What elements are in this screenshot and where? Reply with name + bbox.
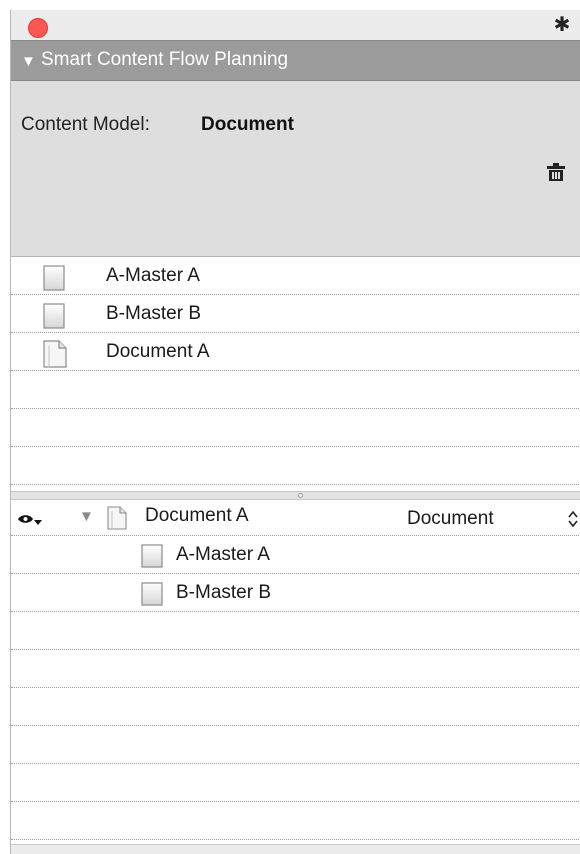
tree-disclosure-icon[interactable]: ▼	[79, 508, 94, 525]
empty-row	[11, 726, 580, 764]
document-icon	[43, 340, 67, 368]
section-title: Smart Content Flow Planning	[41, 49, 289, 70]
stepper-arrows-icon[interactable]	[567, 509, 579, 529]
tree-child-row[interactable]: B-Master B	[11, 574, 580, 612]
page-icon	[141, 582, 163, 606]
content-model-value: Document	[201, 114, 294, 135]
gear-icon[interactable]: ✱	[551, 14, 573, 36]
disclosure-triangle-icon[interactable]: ▼	[21, 53, 36, 70]
content-flow-panel: ✱ ▼ Smart Content Flow Planning Content …	[10, 10, 580, 854]
list-item[interactable]: B-Master B	[11, 295, 580, 333]
content-model-label: Content Model:	[21, 114, 150, 135]
trash-icon[interactable]	[545, 161, 567, 183]
title-bar: ✱	[11, 10, 580, 40]
empty-row	[11, 650, 580, 688]
page-icon	[141, 544, 163, 568]
empty-row	[11, 612, 580, 650]
empty-row	[11, 802, 580, 840]
list-item-label: Document A	[106, 341, 210, 362]
list-item-label: B-Master B	[106, 303, 202, 324]
tree-root-row[interactable]: ▼ Document A Document	[11, 500, 580, 536]
document-icon	[107, 506, 127, 530]
content-flow-tree[interactable]: ▼ Document A Document A-Master A B-Maste…	[11, 500, 580, 840]
empty-row	[11, 764, 580, 802]
tree-root-label: Document A	[145, 505, 249, 526]
tree-child-label: B-Master B	[176, 582, 272, 603]
tree-child-row[interactable]: A-Master A	[11, 536, 580, 574]
empty-row	[11, 447, 580, 485]
splitter-grip-icon	[298, 493, 303, 498]
splitter-handle[interactable]	[11, 491, 580, 500]
close-button[interactable]	[28, 18, 48, 38]
list-item[interactable]: Document A	[11, 333, 580, 371]
tree-child-label: A-Master A	[176, 544, 270, 565]
list-item-label: A-Master A	[106, 265, 200, 286]
page-icon	[43, 303, 65, 329]
content-model-area: Content Model: Document	[11, 81, 580, 257]
page-icon	[43, 265, 65, 291]
empty-row	[11, 688, 580, 726]
model-type-select[interactable]: Document	[407, 508, 494, 530]
eye-icon[interactable]	[17, 514, 43, 526]
empty-row	[11, 371, 580, 409]
pages-list[interactable]: A-Master A B-Master B Document A	[11, 257, 580, 491]
empty-row	[11, 409, 580, 447]
list-item[interactable]: A-Master A	[11, 257, 580, 295]
section-header[interactable]: ▼ Smart Content Flow Planning	[11, 40, 580, 81]
bottom-bar	[11, 844, 580, 854]
